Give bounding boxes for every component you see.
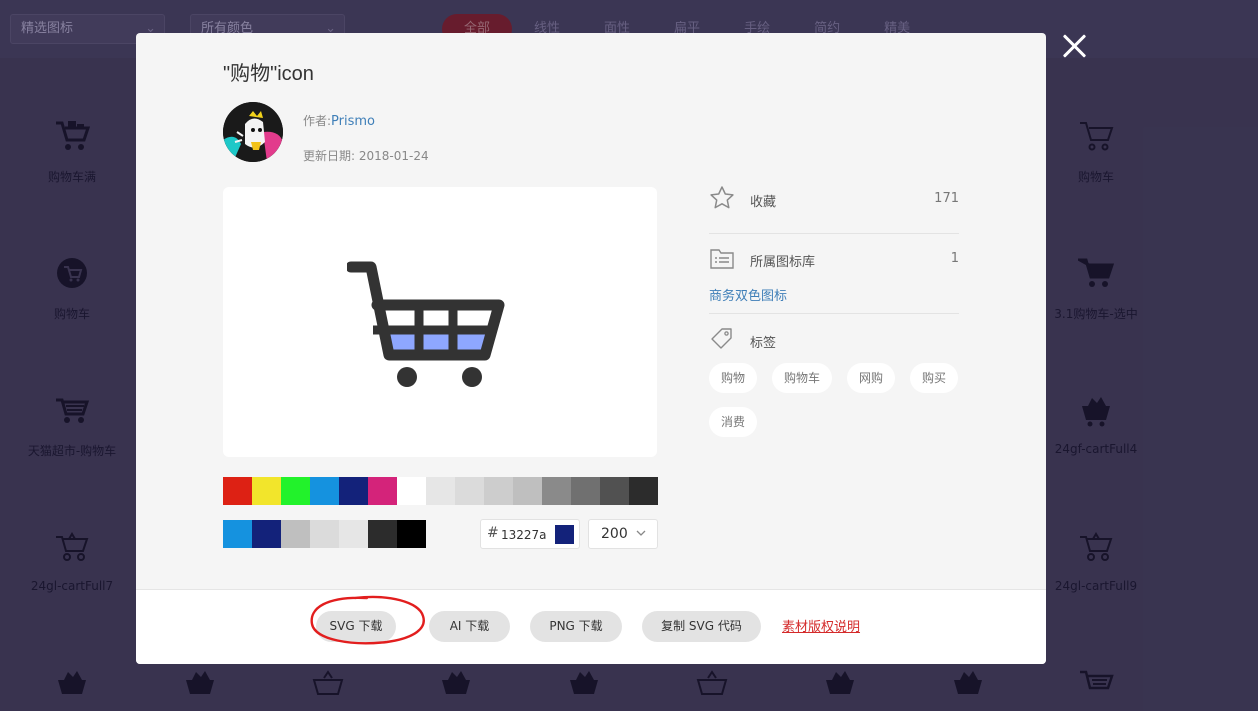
- collect-row[interactable]: 收藏 171: [709, 185, 959, 215]
- color-swatch[interactable]: [397, 477, 426, 505]
- current-color-chip[interactable]: [555, 525, 574, 544]
- tag-chip[interactable]: 消费: [709, 407, 758, 437]
- tag-chip[interactable]: 购物车: [772, 363, 833, 393]
- tag-list: 购物 购物车 网购 购买 消费: [709, 363, 969, 437]
- tags-header: 标签: [709, 326, 959, 356]
- modal-title: "购物"icon: [223, 63, 314, 85]
- color-swatch[interactable]: [455, 477, 484, 505]
- author-avatar[interactable]: [223, 102, 283, 162]
- size-select[interactable]: 200: [588, 519, 658, 549]
- shopping-cart-icon: [347, 261, 505, 387]
- tags-title: 标签: [750, 336, 777, 351]
- color-swatch[interactable]: [542, 477, 571, 505]
- hash-label: #: [487, 525, 499, 541]
- collect-label: 收藏: [750, 195, 777, 210]
- hex-color-input[interactable]: [501, 526, 549, 544]
- ai-download-button[interactable]: AI 下载: [429, 611, 510, 642]
- tag-chip[interactable]: 购物: [709, 363, 758, 393]
- icon-detail-modal: "购物"icon 作者:Prismo 更新日期: 2018-01-24 # 13…: [136, 33, 1046, 664]
- author-info: 作者:Prismo: [303, 112, 375, 129]
- library-label: 所属图标库: [750, 255, 816, 270]
- size-value: 200: [601, 526, 628, 542]
- author-prefix: 作者:: [303, 114, 332, 128]
- color-swatch[interactable]: [600, 477, 629, 505]
- collect-count: 171: [934, 191, 959, 206]
- star-icon: [710, 186, 734, 209]
- library-row: 所属图标库 1: [709, 245, 959, 275]
- author-name-link[interactable]: Prismo: [331, 114, 375, 129]
- tag-chip[interactable]: 网购: [847, 363, 896, 393]
- divider: [709, 313, 959, 314]
- chevron-down-icon: [636, 530, 646, 536]
- color-swatch[interactable]: [281, 477, 310, 505]
- annotation-circle: [310, 595, 425, 645]
- color-swatch[interactable]: [339, 477, 368, 505]
- icon-preview-canvas: [223, 187, 657, 457]
- close-icon[interactable]: [1061, 33, 1087, 59]
- color-swatch[interactable]: [571, 477, 600, 505]
- tag-chip[interactable]: 购买: [910, 363, 959, 393]
- modal-footer: SVG 下载 AI 下载 PNG 下载 复制 SVG 代码 素材版权说明: [136, 589, 1046, 664]
- copy-svg-code-button[interactable]: 复制 SVG 代码: [642, 611, 761, 642]
- color-swatch[interactable]: [513, 477, 542, 505]
- png-download-button[interactable]: PNG 下载: [530, 611, 622, 642]
- update-date: 更新日期: 2018-01-24: [303, 149, 429, 163]
- color-swatch[interactable]: [252, 520, 281, 548]
- icon-library-link[interactable]: 商务双色图标: [709, 285, 787, 304]
- recent-color-palette: [223, 520, 426, 548]
- tag-icon: [711, 328, 732, 349]
- divider: [709, 233, 959, 234]
- color-swatch[interactable]: [368, 477, 397, 505]
- color-swatch[interactable]: [484, 477, 513, 505]
- color-palette: [223, 477, 658, 505]
- library-count: 1: [950, 251, 959, 266]
- color-swatch[interactable]: [368, 520, 397, 548]
- color-swatch[interactable]: [310, 520, 339, 548]
- license-link[interactable]: 素材版权说明: [782, 616, 860, 635]
- hex-color-field: #: [480, 519, 580, 549]
- color-swatch[interactable]: [310, 477, 339, 505]
- color-swatch[interactable]: [281, 520, 310, 548]
- folder-list-icon: [710, 249, 734, 269]
- color-swatch[interactable]: [397, 520, 426, 548]
- color-swatch[interactable]: [223, 520, 252, 548]
- color-swatch[interactable]: [223, 477, 252, 505]
- color-swatch[interactable]: [339, 520, 368, 548]
- color-swatch[interactable]: [252, 477, 281, 505]
- color-swatch[interactable]: [629, 477, 658, 505]
- avatar-image: [223, 102, 283, 162]
- color-swatch[interactable]: [426, 477, 455, 505]
